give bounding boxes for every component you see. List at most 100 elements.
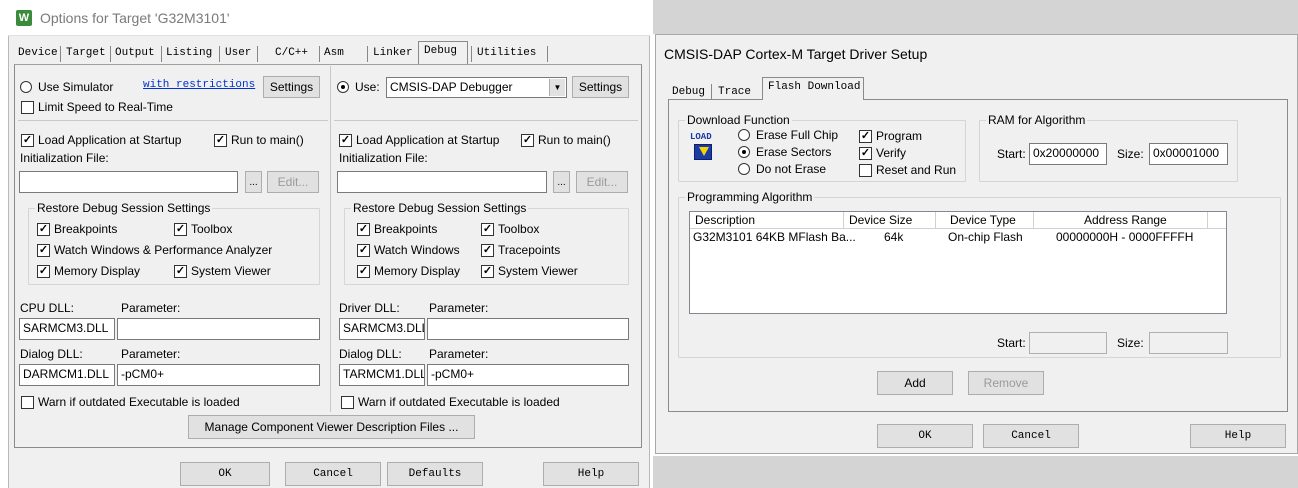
tab-asm[interactable]: Asm bbox=[324, 44, 344, 59]
tab-utilities[interactable]: Utilities bbox=[477, 44, 536, 59]
ram-start-input[interactable]: 0x20000000 bbox=[1029, 143, 1107, 165]
dbg-init-file-input[interactable] bbox=[337, 171, 547, 193]
sim-memory-checkbox[interactable]: ✓ bbox=[37, 265, 50, 278]
use-simulator-radio[interactable] bbox=[20, 81, 32, 93]
sim-load-app-label: Load Application at Startup bbox=[38, 133, 182, 147]
right-help-button[interactable]: Help bbox=[1190, 424, 1286, 448]
debugger-select[interactable]: CMSIS-DAP Debugger ▼ bbox=[386, 77, 567, 98]
use-debugger-radio[interactable] bbox=[337, 81, 349, 93]
col-device-type[interactable]: Device Type bbox=[936, 212, 1034, 228]
algo-size-label: Size: bbox=[1117, 336, 1144, 350]
left-ok-button[interactable]: OK bbox=[180, 462, 270, 486]
algo-start-label: Start: bbox=[997, 336, 1026, 350]
dbg-load-app-label: Load Application at Startup bbox=[356, 133, 500, 147]
dbg-toolbox-checkbox[interactable]: ✓ bbox=[481, 223, 494, 236]
programming-algorithm-label: Programming Algorithm bbox=[685, 190, 815, 204]
dbg-dialog-dll-input[interactable]: TARMCM1.DLL bbox=[339, 364, 425, 386]
dbg-warn-checkbox[interactable] bbox=[341, 396, 354, 409]
left-title-bar[interactable]: W Options for Target 'G32M3101' bbox=[8, 0, 650, 36]
sim-toolbox-checkbox[interactable]: ✓ bbox=[174, 223, 187, 236]
tab-cpp[interactable]: C/C++ bbox=[275, 44, 308, 59]
dbg-breakpoints-checkbox[interactable]: ✓ bbox=[357, 223, 370, 236]
defaults-button[interactable]: Defaults bbox=[387, 462, 483, 486]
erase-full-chip-radio[interactable] bbox=[738, 129, 750, 141]
sim-run-main-checkbox[interactable]: ✓ bbox=[214, 134, 227, 147]
tab-device[interactable]: Device bbox=[18, 44, 58, 59]
sim-system-viewer-checkbox[interactable]: ✓ bbox=[174, 265, 187, 278]
sim-dialog-dll-input[interactable]: DARMCM1.DLL bbox=[19, 364, 115, 386]
ram-algorithm-label: RAM for Algorithm bbox=[986, 113, 1088, 127]
tab-output[interactable]: Output bbox=[115, 44, 155, 59]
table-row[interactable]: G32M3101 64KB MFlash Ba... 64k On-chip F… bbox=[690, 229, 1226, 245]
sim-init-file-input[interactable] bbox=[19, 171, 238, 193]
dbg-system-viewer-checkbox[interactable]: ✓ bbox=[481, 265, 494, 278]
algorithm-table[interactable]: Description Device Size Device Type Addr… bbox=[689, 211, 1227, 314]
reset-run-label: Reset and Run bbox=[876, 163, 957, 177]
right-ok-button[interactable]: OK bbox=[877, 424, 973, 448]
sim-dialog-param-label: Parameter: bbox=[121, 347, 181, 361]
row-description: G32M3101 64KB MFlash Ba... bbox=[693, 230, 856, 244]
left-help-button[interactable]: Help bbox=[543, 462, 639, 486]
add-button[interactable]: Add bbox=[877, 371, 953, 395]
dbg-memory-checkbox[interactable]: ✓ bbox=[357, 265, 370, 278]
dbg-dialog-param-label: Parameter: bbox=[429, 347, 489, 361]
tab-flash-download[interactable]: Flash Download bbox=[768, 78, 860, 93]
col-address-range[interactable]: Address Range bbox=[1034, 212, 1208, 228]
tab-listing[interactable]: Listing bbox=[166, 44, 212, 59]
sim-browse-button[interactable]: ... bbox=[245, 171, 262, 193]
program-checkbox[interactable]: ✓ bbox=[859, 130, 872, 143]
sim-edit-button[interactable]: Edit... bbox=[267, 171, 319, 193]
use-simulator-label: Use Simulator bbox=[38, 80, 114, 94]
manage-component-viewer-button[interactable]: Manage Component Viewer Description File… bbox=[188, 415, 475, 439]
sim-settings-button[interactable]: Settings bbox=[263, 76, 320, 98]
left-tab-strip: Device Target Output Listing User C/C++ … bbox=[16, 41, 586, 66]
dbg-toolbox-label: Toolbox bbox=[498, 222, 540, 236]
col-description[interactable]: Description bbox=[690, 212, 844, 228]
verify-label: Verify bbox=[876, 146, 907, 160]
dbg-run-main-checkbox[interactable]: ✓ bbox=[521, 134, 534, 147]
verify-checkbox[interactable]: ✓ bbox=[859, 147, 872, 160]
tab-linker[interactable]: Linker bbox=[373, 44, 413, 59]
sim-watch-checkbox[interactable]: ✓ bbox=[37, 244, 50, 257]
limit-speed-checkbox[interactable] bbox=[21, 101, 34, 114]
algo-start-input[interactable] bbox=[1029, 332, 1107, 354]
dbg-load-app-checkbox[interactable]: ✓ bbox=[339, 134, 352, 147]
sim-breakpoints-checkbox[interactable]: ✓ bbox=[37, 223, 50, 236]
driver-param-input[interactable] bbox=[427, 318, 629, 340]
keil-app-icon: W bbox=[16, 10, 32, 26]
ram-size-input[interactable]: 0x00001000 bbox=[1149, 143, 1228, 165]
cpu-param-input[interactable] bbox=[117, 318, 320, 340]
dbg-edit-button[interactable]: Edit... bbox=[576, 171, 628, 193]
remove-button[interactable]: Remove bbox=[968, 371, 1044, 395]
sim-warn-checkbox[interactable] bbox=[21, 396, 34, 409]
restrictions-link[interactable]: with restrictions bbox=[143, 79, 255, 91]
sim-load-app-checkbox[interactable]: ✓ bbox=[21, 134, 34, 147]
driver-dll-input[interactable]: SARMCM3.DLL bbox=[339, 318, 425, 340]
dbg-browse-button[interactable]: ... bbox=[553, 171, 570, 193]
tab-debug[interactable]: Debug bbox=[424, 42, 457, 57]
do-not-erase-radio[interactable] bbox=[738, 163, 750, 175]
tab-target[interactable]: Target bbox=[66, 44, 106, 59]
tab-user[interactable]: User bbox=[225, 44, 251, 59]
driver-dll-label: Driver DLL: bbox=[339, 301, 400, 315]
tab-debug-driver[interactable]: Debug bbox=[672, 83, 705, 98]
col-device-size[interactable]: Device Size bbox=[844, 212, 936, 228]
right-cancel-button[interactable]: Cancel bbox=[983, 424, 1079, 448]
algo-size-input[interactable] bbox=[1149, 332, 1228, 354]
dbg-watch-checkbox[interactable]: ✓ bbox=[357, 244, 370, 257]
dbg-restore-group-label: Restore Debug Session Settings bbox=[351, 201, 529, 215]
dbg-dialog-param-input[interactable]: -pCM0+ bbox=[427, 364, 629, 386]
left-cancel-button[interactable]: Cancel bbox=[285, 462, 381, 486]
erase-sectors-radio[interactable] bbox=[738, 146, 750, 158]
sim-separator bbox=[18, 120, 328, 121]
debugger-separator bbox=[334, 120, 638, 121]
tab-trace[interactable]: Trace bbox=[718, 83, 751, 98]
sim-dialog-param-input[interactable]: -pCM0+ bbox=[117, 364, 320, 386]
chevron-down-icon[interactable]: ▼ bbox=[549, 79, 565, 96]
reset-run-checkbox[interactable] bbox=[859, 164, 872, 177]
dbg-tracepoints-checkbox[interactable]: ✓ bbox=[481, 244, 494, 257]
sim-toolbox-label: Toolbox bbox=[191, 222, 233, 236]
driver-param-label: Parameter: bbox=[429, 301, 489, 315]
cpu-dll-input[interactable]: SARMCM3.DLL bbox=[19, 318, 115, 340]
debugger-settings-button[interactable]: Settings bbox=[572, 76, 629, 98]
